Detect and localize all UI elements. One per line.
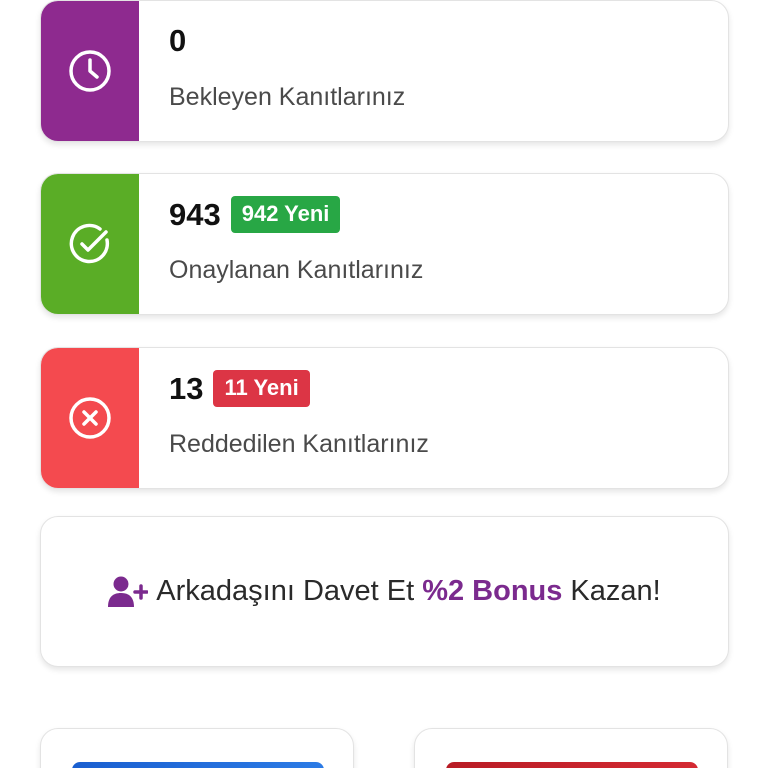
user-plus-icon — [108, 576, 149, 607]
x-circle-icon — [69, 397, 111, 439]
pending-proofs-card[interactable]: 0 Bekleyen Kanıtlarınız — [40, 0, 729, 142]
bottom-right-banner — [446, 762, 698, 768]
invite-text: Arkadaşını Davet Et %2 Bonus Kazan! — [108, 575, 661, 608]
rejected-proofs-card[interactable]: 13 11 Yeni Reddedilen Kanıtlarınız — [40, 347, 729, 489]
pending-label: Bekleyen Kanıtlarınız — [169, 83, 406, 111]
invite-text-before: Arkadaşını Davet Et — [156, 575, 415, 607]
bottom-left-card[interactable] — [40, 728, 354, 768]
approved-proofs-card[interactable]: 943 942 Yeni Onaylanan Kanıtlarınız — [40, 173, 729, 315]
invite-bonus: %2 Bonus — [422, 575, 563, 607]
pending-count: 0 — [169, 23, 187, 58]
rejected-count: 13 — [169, 370, 204, 406]
rejected-icon-panel — [41, 348, 139, 488]
approved-count: 943 — [169, 196, 221, 232]
invite-friend-card[interactable]: Arkadaşını Davet Et %2 Bonus Kazan! — [40, 516, 729, 667]
rejected-label: Reddedilen Kanıtlarınız — [169, 430, 429, 458]
invite-text-after: Kazan! — [570, 575, 661, 607]
clock-icon — [69, 50, 111, 92]
approved-new-badge: 942 Yeni — [230, 196, 341, 233]
approved-icon-panel — [41, 174, 139, 314]
pending-icon-panel — [41, 1, 139, 141]
bottom-right-card[interactable] — [414, 728, 728, 768]
check-circle-icon — [69, 223, 110, 264]
approved-label: Onaylanan Kanıtlarınız — [169, 256, 424, 284]
bottom-left-banner — [72, 762, 324, 768]
rejected-new-badge: 11 Yeni — [213, 370, 310, 407]
